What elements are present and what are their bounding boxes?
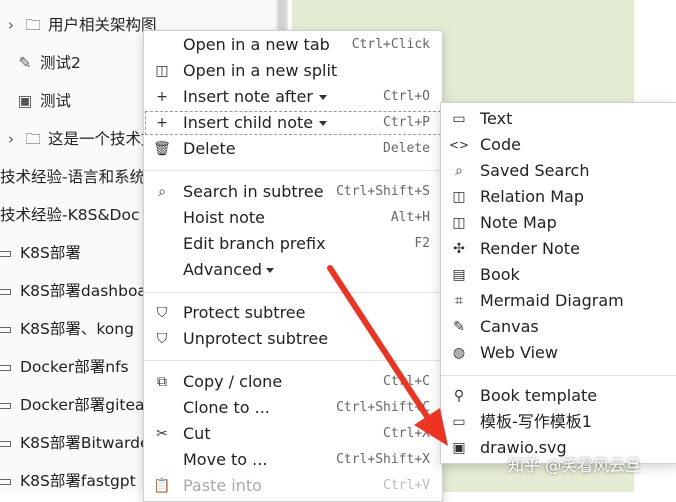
watermark: 知乎 @笑看风云旦 — [508, 456, 642, 475]
annotation-arrow-icon — [327, 265, 448, 446]
